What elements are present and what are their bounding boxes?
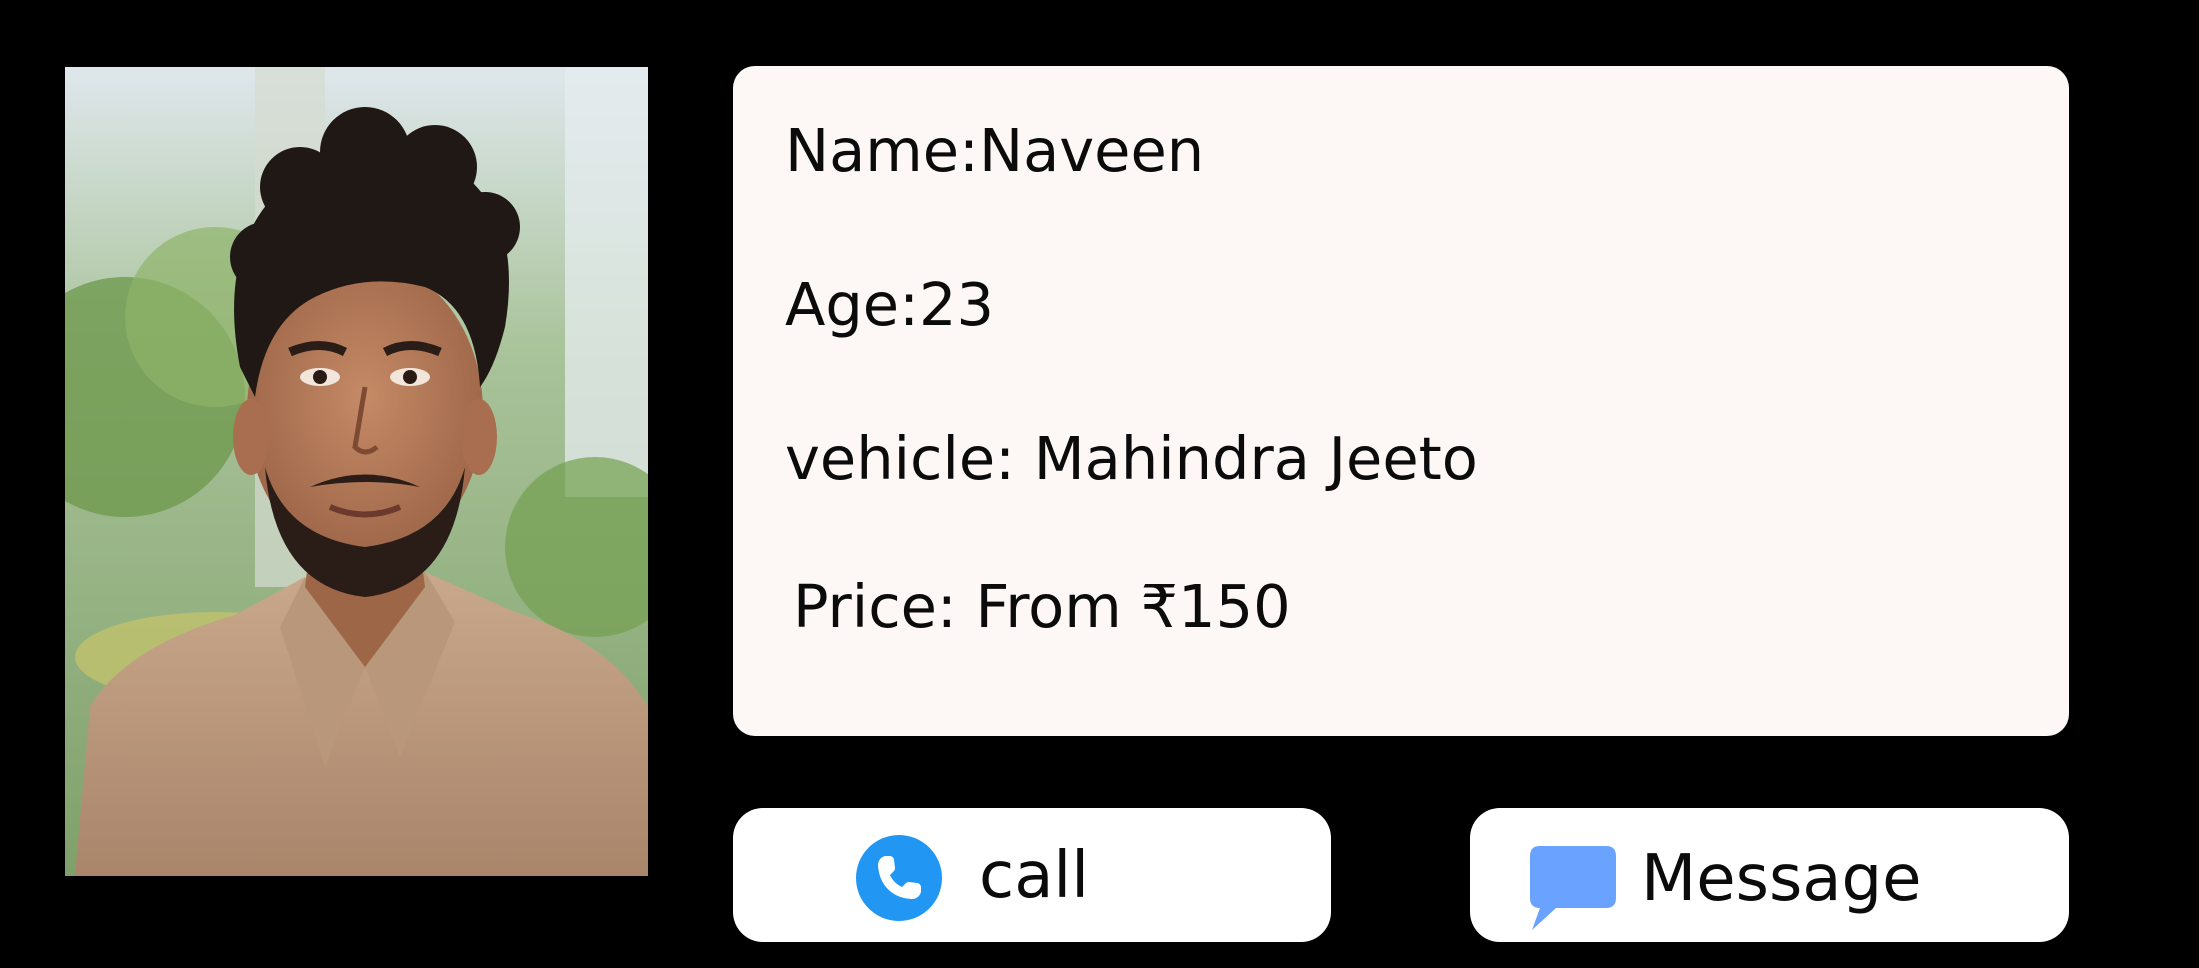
driver-vehicle: vehicle: Mahindra Jeeto [785, 424, 1478, 493]
driver-info-card: Name:Naveen Age:23 vehicle: Mahindra Jee… [733, 66, 2069, 736]
phone-icon [856, 835, 942, 921]
profile-photo [65, 67, 648, 876]
call-button-label: call [979, 839, 1089, 913]
driver-price: Price: From ₹150 [793, 572, 1291, 641]
driver-age: Age:23 [785, 270, 995, 339]
message-button[interactable]: Message [1470, 808, 2069, 942]
chat-bubble-icon [1530, 846, 1616, 930]
message-button-label: Message [1641, 842, 1922, 916]
driver-name: Name:Naveen [785, 116, 1205, 185]
call-button[interactable]: call [733, 808, 1331, 942]
